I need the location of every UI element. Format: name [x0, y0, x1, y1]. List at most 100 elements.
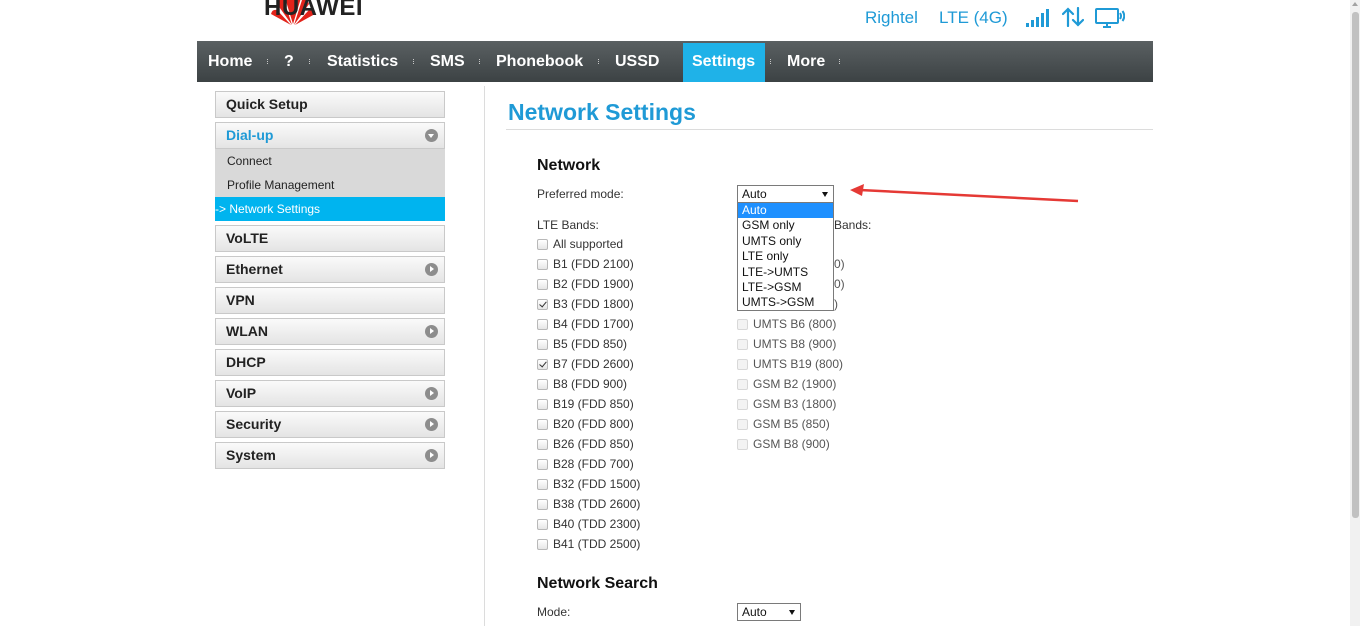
- lte-band-checkbox[interactable]: [537, 479, 548, 490]
- sidebar-sub-profile-management[interactable]: Profile Management: [215, 173, 445, 197]
- lte-band-label: All supported: [553, 237, 624, 251]
- lte-band-label: B40 (TDD 2300): [553, 517, 641, 531]
- umts-gsm-band-checkbox[interactable]: [737, 359, 748, 370]
- signal-strength-icon[interactable]: [1026, 9, 1052, 27]
- sidebar-sub-network-settings[interactable]: -> Network Settings: [215, 197, 445, 221]
- nav-separator: [598, 59, 600, 64]
- preferred-mode-select[interactable]: Auto: [737, 185, 834, 203]
- router-settings-page: HUAWEI Rightel LTE (4G) Home ? Statistic…: [0, 0, 1360, 626]
- lte-band-checkbox[interactable]: [537, 279, 548, 290]
- sidebar-dialup[interactable]: Dial-up: [215, 122, 445, 149]
- umts-gsm-band-checkbox[interactable]: [737, 319, 748, 330]
- lte-band-label: B8 (FDD 900): [553, 377, 628, 391]
- sidebar-item-label: Security: [226, 416, 282, 432]
- preferred-mode-label: Preferred mode:: [537, 187, 624, 201]
- sidebar-security[interactable]: Security: [215, 411, 445, 438]
- lte-band-checkbox[interactable]: [537, 519, 548, 530]
- nav-separator: [267, 59, 269, 64]
- sidebar-vpn[interactable]: VPN: [215, 287, 445, 314]
- scroll-up-arrow-icon[interactable]: [1352, 2, 1358, 6]
- chevron-right-icon: [425, 418, 438, 431]
- lte-band-checkbox[interactable]: [537, 419, 548, 430]
- active-marker: ->: [215, 202, 230, 216]
- option-umts-only[interactable]: UMTS only: [738, 234, 833, 249]
- sidebar-quick-setup[interactable]: Quick Setup: [215, 91, 445, 118]
- lte-band-label: B32 (FDD 1500): [553, 477, 641, 491]
- umts-gsm-band-label: GSM B5 (850): [753, 417, 830, 431]
- nav-sms[interactable]: SMS: [430, 41, 465, 82]
- lte-band-checkbox[interactable]: [537, 379, 548, 390]
- lte-band-checkbox[interactable]: [537, 539, 548, 550]
- nav-separator: [839, 59, 841, 64]
- sidebar-system[interactable]: System: [215, 442, 445, 469]
- partial-band-text: 0): [834, 277, 845, 291]
- operator-name: Rightel: [865, 8, 918, 27]
- lte-band-checkbox[interactable]: [537, 399, 548, 410]
- network-search-heading: Network Search: [537, 575, 658, 592]
- lte-band-checkbox[interactable]: [537, 439, 548, 450]
- chevron-right-icon: [425, 387, 438, 400]
- umts-gsm-band-checkbox[interactable]: [737, 419, 748, 430]
- option-umts-gsm[interactable]: UMTS->GSM: [738, 295, 833, 310]
- computer-connection-icon[interactable]: [1095, 8, 1125, 28]
- lte-band-label: B41 (TDD 2500): [553, 537, 641, 551]
- lte-band-checkbox[interactable]: [537, 319, 548, 330]
- umts-gsm-band-checkbox[interactable]: [737, 439, 748, 450]
- nav-ussd[interactable]: USSD: [615, 41, 659, 82]
- sidebar-dhcp[interactable]: DHCP: [215, 349, 445, 376]
- nav-help[interactable]: ?: [284, 41, 294, 82]
- nav-phonebook[interactable]: Phonebook: [496, 41, 583, 82]
- nav-statistics[interactable]: Statistics: [327, 41, 398, 82]
- nav-home[interactable]: Home: [208, 41, 252, 82]
- lte-band-checkbox[interactable]: [537, 339, 548, 350]
- nav-settings[interactable]: Settings: [692, 41, 755, 82]
- lte-band-checkbox[interactable]: [537, 299, 548, 310]
- lte-band-checkbox[interactable]: [537, 259, 548, 270]
- dropdown-arrow-icon: [822, 192, 828, 197]
- umts-gsm-band-label: UMTS B6 (800): [753, 317, 837, 331]
- umts-gsm-band-checkbox[interactable]: [737, 339, 748, 350]
- nav-separator: [309, 59, 311, 64]
- lte-band-label: B20 (FDD 800): [553, 417, 634, 431]
- nav-more[interactable]: More: [787, 41, 825, 82]
- sidebar-volte[interactable]: VoLTE: [215, 225, 445, 252]
- option-lte-umts[interactable]: LTE->UMTS: [738, 265, 833, 280]
- chevron-right-icon: [425, 263, 438, 276]
- umts-gsm-band-label: GSM B8 (900): [753, 437, 830, 451]
- sidebar-voip[interactable]: VoIP: [215, 380, 445, 407]
- sidebar-item-label: VoIP: [226, 385, 257, 401]
- lte-band-label: B28 (FDD 700): [553, 457, 634, 471]
- lte-band-label: B3 (FDD 1800): [553, 297, 634, 311]
- sidebar-wlan[interactable]: WLAN: [215, 318, 445, 345]
- umts-gsm-band-label: UMTS B19 (800): [753, 357, 844, 371]
- lte-band-label: B4 (FDD 1700): [553, 317, 634, 331]
- sidebar-ethernet[interactable]: Ethernet: [215, 256, 445, 283]
- lte-band-checkbox[interactable]: [537, 459, 548, 470]
- select-value: Auto: [742, 605, 767, 619]
- sidebar-item-label: Ethernet: [226, 261, 283, 277]
- lte-band-checkbox[interactable]: [537, 359, 548, 370]
- option-lte-only[interactable]: LTE only: [738, 249, 833, 264]
- option-lte-gsm[interactable]: LTE->GSM: [738, 280, 833, 295]
- lte-band-checkbox[interactable]: [537, 499, 548, 510]
- option-gsm-only[interactable]: GSM only: [738, 218, 833, 233]
- lte-band-label: B2 (FDD 1900): [553, 277, 634, 291]
- sidebar-sub-connect[interactable]: Connect: [215, 149, 445, 173]
- nav-separator: [479, 59, 481, 64]
- umts-gsm-band-checkbox[interactable]: [737, 399, 748, 410]
- umts-gsm-band-label: UMTS B8 (900): [753, 337, 837, 351]
- lte-band-label: B38 (TDD 2600): [553, 497, 641, 511]
- data-transfer-icon[interactable]: [1062, 7, 1084, 27]
- network-heading: Network: [537, 157, 601, 174]
- chevron-right-icon: [425, 449, 438, 462]
- umts-gsm-band-checkbox[interactable]: [737, 379, 748, 390]
- sidebar-item-label: System: [226, 447, 276, 463]
- lte-band-checkbox[interactable]: [537, 239, 548, 250]
- partial-band-text: 0): [834, 257, 845, 271]
- search-mode-select[interactable]: Auto: [737, 603, 801, 621]
- lte-band-label: B26 (FDD 850): [553, 437, 634, 451]
- other-bands-label: Bands:: [834, 218, 872, 232]
- scrollbar-thumb[interactable]: [1352, 12, 1359, 518]
- search-mode-label: Mode:: [537, 605, 571, 619]
- option-auto[interactable]: Auto: [738, 203, 833, 218]
